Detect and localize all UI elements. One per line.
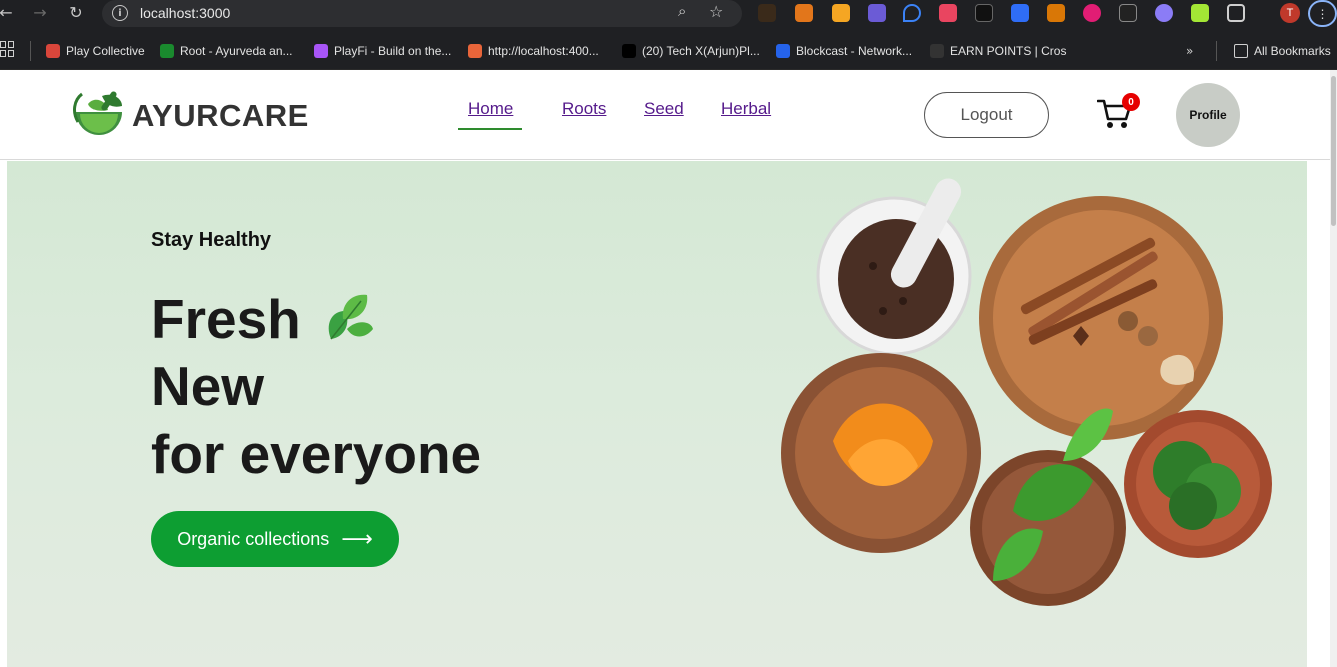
hero-headline-line-2: New <box>151 355 265 417</box>
bookmark-star-icon[interactable]: ☆ <box>709 2 723 21</box>
nav-link-herbal[interactable]: Herbal <box>721 99 771 119</box>
extension-icon[interactable] <box>1191 4 1209 22</box>
nav-link-seed[interactable]: Seed <box>644 99 684 119</box>
bookmark-favicon-icon <box>160 44 174 58</box>
extension-icon[interactable] <box>1083 4 1101 22</box>
address-url[interactable]: localhost:3000 <box>140 5 230 21</box>
metamask-fox-icon[interactable] <box>795 4 813 22</box>
bookmark-favicon-icon <box>314 44 328 58</box>
bookmark-item[interactable]: (20) Tech X(Arjun)Pl... <box>622 42 760 60</box>
extension-icon[interactable] <box>868 4 886 22</box>
bookmark-favicon-icon <box>776 44 790 58</box>
organic-collections-button[interactable]: Organic collections ⟶ <box>151 511 399 567</box>
scrollbar-thumb[interactable] <box>1331 76 1336 226</box>
hero-tagline: Stay Healthy <box>151 229 272 251</box>
extension-icon[interactable] <box>1011 4 1029 22</box>
x-extension-icon[interactable] <box>975 4 993 22</box>
bookmark-favicon-icon <box>930 44 944 58</box>
bookmark-item[interactable]: http://localhost:400... <box>468 42 599 60</box>
browser-toolbar: ← → ↻ i localhost:3000 ⌕ ☆ T ⋮ <box>0 0 1337 34</box>
all-bookmarks-folder[interactable]: All Bookmarks <box>1234 42 1331 60</box>
back-arrow-icon[interactable]: ← <box>0 1 18 23</box>
bookmarks-overflow-icon[interactable]: » <box>1186 42 1193 60</box>
extension-icon[interactable] <box>832 4 850 22</box>
brand-name[interactable]: AYURCARE <box>132 98 309 134</box>
browser-profile-avatar[interactable]: T <box>1280 3 1300 23</box>
logout-button[interactable]: Logout <box>924 92 1049 138</box>
droplet-icon[interactable] <box>903 4 921 22</box>
active-nav-indicator <box>458 128 522 130</box>
bookmark-separator <box>30 41 31 61</box>
page-content: AYURCARE Home Roots Seed Herbal Logout 0… <box>0 70 1337 667</box>
apps-grid-icon[interactable] <box>0 41 16 57</box>
profile-button[interactable]: Profile <box>1176 83 1240 147</box>
arrow-right-icon: ⟶ <box>341 526 373 552</box>
extension-icon[interactable] <box>1155 4 1173 22</box>
bookmarks-bar: Play Collective Root - Ayurveda an... Pl… <box>0 34 1337 70</box>
hero-section: Stay Healthy Fresh New for everyone Orga… <box>7 161 1307 667</box>
nav-link-roots[interactable]: Roots <box>562 99 606 119</box>
extension-icon[interactable] <box>1047 4 1065 22</box>
folder-icon <box>1234 44 1248 58</box>
forward-arrow-icon[interactable]: → <box>28 1 52 23</box>
browser-menu-icon[interactable]: ⋮ <box>1308 0 1337 27</box>
zoom-icon[interactable]: ⌕ <box>678 2 686 20</box>
bookmark-favicon-icon <box>46 44 60 58</box>
extension-icon[interactable] <box>939 4 957 22</box>
puzzle-icon[interactable] <box>1227 4 1245 22</box>
nav-link-home[interactable]: Home <box>468 99 513 130</box>
cta-label: Organic collections <box>177 528 330 549</box>
page-scrollbar[interactable] <box>1330 70 1337 667</box>
bookmark-separator <box>1216 41 1217 61</box>
bookmark-favicon-icon <box>622 44 636 58</box>
mortar-bowl <box>816 178 972 356</box>
herb-bowls-illustration <box>781 178 1272 606</box>
reload-icon[interactable]: ↻ <box>64 1 88 23</box>
bookmark-item[interactable]: Play Collective <box>46 42 145 60</box>
leaves-bowl <box>970 408 1126 606</box>
site-info-icon[interactable]: i <box>112 5 128 21</box>
cart-count-badge: 0 <box>1122 93 1140 111</box>
extension-icon[interactable] <box>1119 4 1137 22</box>
bookmark-item[interactable]: Blockcast - Network... <box>776 42 912 60</box>
bookmark-item[interactable]: Root - Ayurveda an... <box>160 42 293 60</box>
address-bar[interactable]: i localhost:3000 ⌕ ☆ <box>102 0 742 27</box>
hero-headline-line-3: for everyone <box>151 423 482 485</box>
bookmark-favicon-icon <box>468 44 482 58</box>
mint-leaf-icon <box>328 294 373 340</box>
mortar-leaf-logo-icon <box>73 91 122 135</box>
site-header: AYURCARE Home Roots Seed Herbal Logout 0… <box>0 70 1330 160</box>
bookmark-item[interactable]: PlayFi - Build on the... <box>314 42 451 60</box>
spice-bowl <box>979 196 1223 440</box>
hero-headline-line-1: Fresh <box>151 288 301 350</box>
bookmark-item[interactable]: EARN POINTS | Cros <box>930 42 1066 60</box>
extension-icon[interactable] <box>758 4 776 22</box>
herbs-bowl <box>1124 410 1272 558</box>
orange-peel-bowl <box>781 353 981 553</box>
